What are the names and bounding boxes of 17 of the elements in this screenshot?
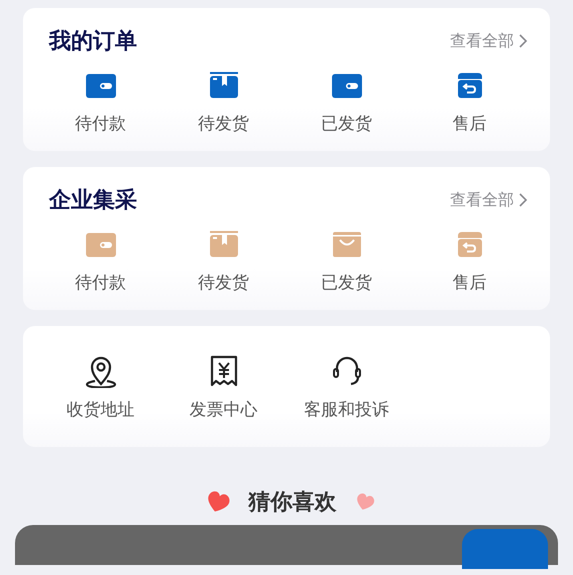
order-status-item[interactable]: 待发货 xyxy=(162,70,285,135)
service-item[interactable]: 客服和投诉 xyxy=(285,354,408,421)
section-title: 猜你喜欢 xyxy=(248,489,336,517)
chevron-right-icon xyxy=(518,33,528,49)
order-status-item[interactable]: 待付款 xyxy=(39,229,162,294)
order-status-item[interactable]: 待付款 xyxy=(39,70,162,135)
section-title: 我的订单 xyxy=(49,28,137,56)
chevron-right-icon xyxy=(518,192,528,208)
service-item[interactable]: 收货地址 xyxy=(39,354,162,421)
order-status-item[interactable]: 售后 xyxy=(408,229,531,294)
section-title: 企业集采 xyxy=(49,187,137,215)
service-item[interactable]: 发票中心 xyxy=(162,354,285,421)
order-status-item[interactable]: 待发货 xyxy=(162,229,285,294)
location-pin-icon xyxy=(84,354,118,388)
order-status-item[interactable]: 售后 xyxy=(408,70,531,135)
order-status-item[interactable]: 已发货 xyxy=(285,70,408,135)
order-status-item[interactable]: 已发货 xyxy=(285,229,408,294)
